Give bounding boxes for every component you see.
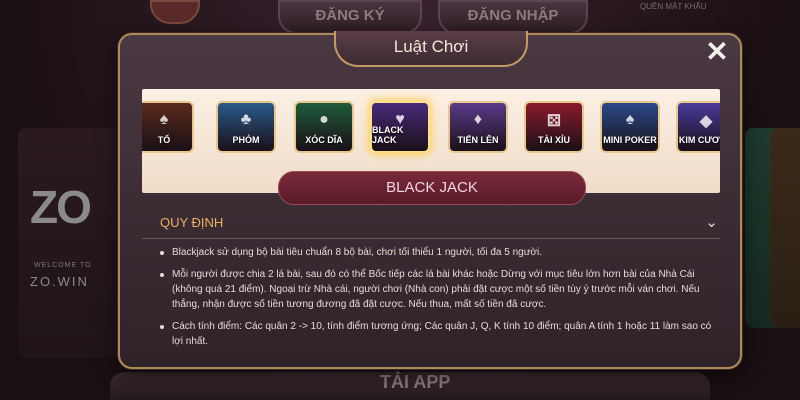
selected-game-name: BLACK JACK xyxy=(278,171,586,205)
game-tile-label: KIM CƯƠNG xyxy=(678,135,720,145)
game-tile-label: TIẾN LÊN xyxy=(457,135,499,145)
cards-icon: ♠ xyxy=(159,111,169,128)
dice-icon: ⚄ xyxy=(547,113,561,130)
rules-modal: Luật Chơi ✕ ♠ TỐ ♣ PHỎM ● XÓC DĨA ♥ BLAC… xyxy=(118,31,742,369)
download-app-button[interactable]: TẢI APP xyxy=(380,372,450,393)
forgot-password-link[interactable]: QUÊN MẬT KHẨU xyxy=(640,0,775,14)
game-tile-label: BLACK JACK xyxy=(372,125,404,145)
diamond-icon: ◆ xyxy=(699,113,713,130)
brand-logo: ZO xyxy=(30,181,92,233)
cards-icon: ♠ xyxy=(625,111,635,128)
rules-section-title: QUY ĐỊNH xyxy=(160,215,224,230)
modal-title: Luật Chơi xyxy=(334,31,528,67)
game-tile-label: XÓC DĨA xyxy=(305,135,343,145)
game-tile[interactable]: ● XÓC DĨA xyxy=(294,101,354,153)
game-tile-selected[interactable]: ♥ BLACK JACK xyxy=(370,101,430,153)
game-tile[interactable]: ◆ KIM CƯƠNG xyxy=(676,101,720,153)
rules-section-toggle[interactable]: QUY ĐỊNH ⌄ xyxy=(160,211,720,235)
divider xyxy=(142,238,720,239)
rule-item: Cách tính điểm: Các quân 2 -> 10, tính đ… xyxy=(158,319,718,349)
game-tile[interactable]: ♣ PHỎM xyxy=(216,101,276,153)
game-tile[interactable]: ⚄ TÀI XỈU xyxy=(524,101,584,153)
game-tile-label: TÀI XỈU xyxy=(537,135,570,145)
brand-url: ZO.WIN xyxy=(30,274,89,289)
game-tile-label: TỐ xyxy=(157,135,171,145)
welcome-text: WELCOME TO xyxy=(34,262,92,269)
cards-icon: ♦ xyxy=(473,111,483,128)
game-tile[interactable]: ♦ TIẾN LÊN xyxy=(448,101,508,153)
rules-list: Blackjack sử dụng bộ bài tiêu chuẩn 8 bộ… xyxy=(158,245,718,356)
chevron-down-icon[interactable]: ⌄ xyxy=(705,211,718,235)
side-game-card[interactable] xyxy=(770,128,800,328)
game-tile-label: PHỎM xyxy=(232,135,260,145)
login-button[interactable]: ĐĂNG NHẬP xyxy=(438,0,588,34)
rule-item: Blackjack sử dụng bộ bài tiêu chuẩn 8 bộ… xyxy=(158,245,718,260)
register-button[interactable]: ĐĂNG KÝ xyxy=(278,0,422,34)
close-icon[interactable]: ✕ xyxy=(700,37,734,69)
game-tile-label: MINI POKER xyxy=(603,135,657,145)
rule-item: Mỗi người được chia 2 lá bài, sau đó có … xyxy=(158,267,718,312)
coins-icon: ● xyxy=(319,111,329,128)
game-tile[interactable]: ♠ TỐ xyxy=(142,101,194,153)
cards-icon: ♣ xyxy=(240,111,252,128)
game-tile[interactable]: ♠ MINI POKER xyxy=(600,101,660,153)
